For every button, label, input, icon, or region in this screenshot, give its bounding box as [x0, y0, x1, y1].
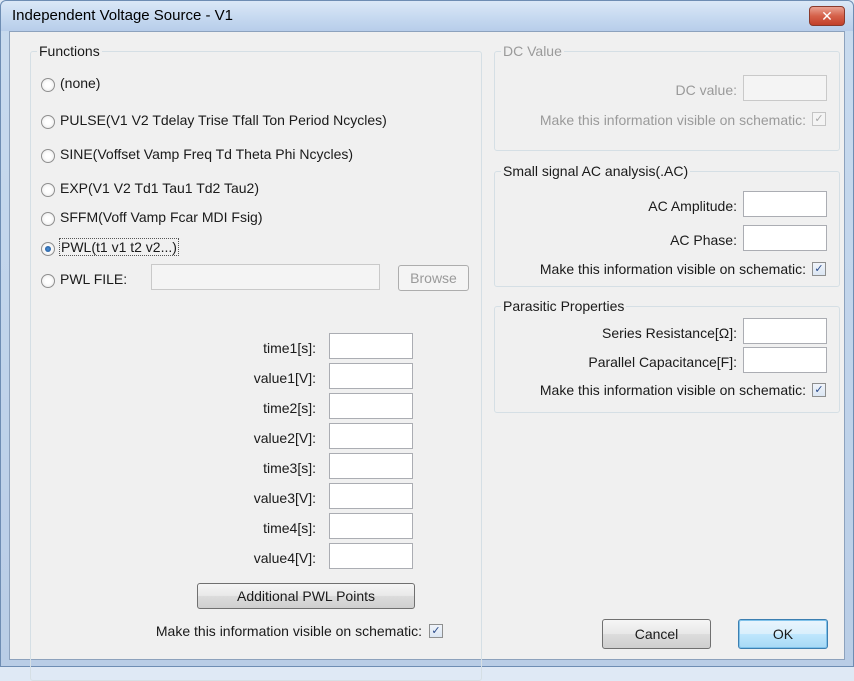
dc-value-label: DC value:	[675, 82, 737, 98]
value1-input[interactable]	[329, 363, 413, 389]
dialog-window: Independent Voltage Source - V1 ✕ Functi…	[0, 0, 854, 681]
field-label-time2: time2[s]:	[263, 400, 316, 416]
parallel-capacitance-label: Parallel Capacitance[F]:	[588, 354, 737, 370]
time3-input[interactable]	[329, 453, 413, 479]
field-label-value3: value3[V]:	[253, 490, 316, 506]
ac-visible-checkbox[interactable]: ✓	[812, 262, 826, 276]
radio-sffm[interactable]	[41, 212, 55, 226]
radio-sine[interactable]	[41, 149, 55, 163]
window-title: Independent Voltage Source - V1	[12, 7, 234, 24]
close-button[interactable]: ✕	[809, 6, 845, 26]
dc-value-group-title: DC Value	[501, 43, 564, 59]
dialog-body: Functions (none) PULSE(V1 V2 Tdelay Tris…	[9, 31, 845, 681]
radio-label-pwl: PWL(t1 v1 t2 v2...)	[59, 238, 179, 256]
time1-input[interactable]	[329, 333, 413, 359]
ac-amplitude-input[interactable]	[743, 191, 827, 217]
check-icon: ✓	[814, 263, 824, 275]
parasitic-properties-group-title: Parasitic Properties	[501, 298, 627, 314]
radio-pulse[interactable]	[41, 115, 55, 129]
radio-exp[interactable]	[41, 183, 55, 197]
value3-input[interactable]	[329, 483, 413, 509]
pwl-file-input[interactable]	[151, 264, 380, 290]
close-icon: ✕	[821, 8, 833, 24]
radio-label-pulse: PULSE(V1 V2 Tdelay Trise Tfall Ton Perio…	[60, 112, 387, 128]
field-label-time3: time3[s]:	[263, 460, 316, 476]
ac-analysis-group-title: Small signal AC analysis(.AC)	[501, 163, 691, 179]
functions-visible-label: Make this information visible on schemat…	[155, 623, 422, 639]
radio-none[interactable]	[41, 78, 55, 92]
ac-phase-label: AC Phase:	[670, 232, 737, 248]
field-label-time4: time4[s]:	[263, 520, 316, 536]
ac-amplitude-label: AC Amplitude:	[648, 198, 737, 214]
time4-input[interactable]	[329, 513, 413, 539]
functions-group-title: Functions	[37, 43, 102, 59]
field-label-value1: value1[V]:	[253, 370, 316, 386]
field-label-value2: value2[V]:	[253, 430, 316, 446]
dc-visible-checkbox[interactable]: ✓	[812, 112, 826, 126]
ok-button[interactable]: OK	[738, 619, 828, 649]
value4-input[interactable]	[329, 543, 413, 569]
field-label-time1: time1[s]:	[263, 340, 316, 356]
field-label-value4: value4[V]:	[253, 550, 316, 566]
parasitic-visible-label: Make this information visible on schemat…	[539, 382, 806, 398]
radio-pwl[interactable]	[41, 242, 55, 256]
check-icon: ✓	[814, 384, 824, 396]
radio-label-exp: EXP(V1 V2 Td1 Tau1 Td2 Tau2)	[60, 180, 259, 196]
series-resistance-label: Series Resistance[Ω]:	[602, 325, 737, 341]
functions-visible-checkbox[interactable]: ✓	[429, 624, 443, 638]
parallel-capacitance-input[interactable]	[743, 347, 827, 373]
ac-phase-input[interactable]	[743, 225, 827, 251]
radio-label-pwl-file: PWL FILE:	[60, 271, 128, 287]
radio-pwl-file[interactable]	[41, 274, 55, 288]
cancel-button[interactable]: Cancel	[602, 619, 711, 649]
browse-button[interactable]: Browse	[398, 265, 469, 291]
time2-input[interactable]	[329, 393, 413, 419]
dc-value-input[interactable]	[743, 75, 827, 101]
parasitic-visible-checkbox[interactable]: ✓	[812, 383, 826, 397]
radio-label-sffm: SFFM(Voff Vamp Fcar MDI Fsig)	[60, 209, 263, 225]
title-bar[interactable]: Independent Voltage Source - V1 ✕	[1, 1, 853, 31]
ac-visible-label: Make this information visible on schemat…	[539, 261, 806, 277]
check-icon: ✓	[431, 625, 441, 637]
dc-value-group: DC Value	[494, 43, 840, 151]
check-icon: ✓	[814, 113, 824, 125]
radio-label-none: (none)	[60, 75, 101, 91]
additional-pwl-points-button[interactable]: Additional PWL Points	[197, 583, 415, 609]
value2-input[interactable]	[329, 423, 413, 449]
radio-label-sine: SINE(Voffset Vamp Freq Td Theta Phi Ncyc…	[60, 146, 354, 162]
series-resistance-input[interactable]	[743, 318, 827, 344]
dc-visible-label: Make this information visible on schemat…	[539, 112, 806, 128]
